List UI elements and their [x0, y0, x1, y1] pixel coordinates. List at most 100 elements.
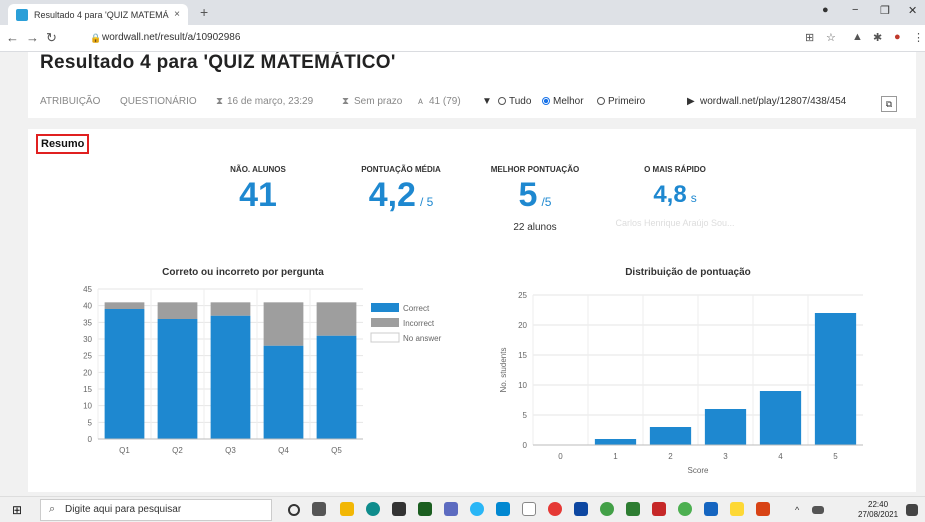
- menu-kebab-icon[interactable]: ⋮: [913, 31, 924, 44]
- taskbar-clock[interactable]: 22:40 27/08/2021: [858, 500, 898, 520]
- battery-icon[interactable]: [812, 506, 824, 514]
- bookmark-star-icon[interactable]: ☆: [826, 31, 836, 44]
- y-tick-label: 15: [518, 351, 527, 360]
- word-icon[interactable]: [704, 502, 718, 516]
- y-tick-label: 20: [83, 368, 92, 377]
- y-axis-label: No. students: [499, 348, 508, 393]
- back-arrow-icon[interactable]: ←: [6, 30, 19, 45]
- paint-icon[interactable]: [730, 502, 744, 516]
- maximize-button[interactable]: ❐: [880, 4, 890, 17]
- notepad-icon[interactable]: [522, 502, 536, 516]
- stat-unit: / 5: [419, 195, 434, 209]
- warning-icon[interactable]: ▲: [852, 31, 863, 43]
- y-tick-label: 25: [83, 352, 92, 361]
- score-bar: [759, 391, 802, 445]
- app-icon[interactable]: [418, 502, 432, 516]
- excel-icon[interactable]: [626, 502, 640, 516]
- result-meta-row: ATRIBUIÇÃO QUESTIONÁRIO ⧗ 16 de março, 2…: [40, 92, 897, 112]
- summary-card: Resumo NÃO. ALUNOS 41 PONTUAÇÃO MÉDIA 4,…: [28, 129, 916, 492]
- task-view-icon[interactable]: [312, 502, 326, 516]
- score-bar: [594, 439, 637, 445]
- x-tick-label: Q5: [331, 446, 342, 455]
- profile-avatar-icon[interactable]: ●: [894, 31, 901, 43]
- copy-link-icon[interactable]: ⧉: [881, 96, 897, 112]
- deadline-text: Sem prazo: [354, 96, 403, 107]
- hourglass-icon: ⧗: [342, 96, 350, 107]
- store-icon[interactable]: [392, 502, 406, 516]
- result-header: Resultado 4 para 'QUIZ MATEMÁTICO' ATRIB…: [28, 52, 916, 118]
- tray-chevron-icon[interactable]: ^: [795, 505, 805, 515]
- y-tick-label: 40: [83, 302, 92, 311]
- hourglass-icon: ⧗: [216, 96, 224, 107]
- clock-date: 27/08/2021: [858, 510, 899, 519]
- y-tick-label: 0: [523, 441, 528, 450]
- questionario-label: QUESTIONÁRIO: [120, 96, 197, 107]
- forward-arrow-icon[interactable]: →: [26, 30, 39, 45]
- fastest-student-name: Carlos Henrique Araújo Sou...: [615, 218, 735, 228]
- correct-incorrect-chart: 0 5 10 15 20 25 30 35 40 45 Q1 Q2 Q3 Q4 Q5 Correct Incor…: [83, 285, 442, 455]
- profile-icon[interactable]: ●: [822, 4, 829, 16]
- stat-label: PONTUAÇÃO MÉDIA: [361, 165, 441, 174]
- y-tick-label: 30: [83, 335, 92, 344]
- taskbar-search[interactable]: ⌕ Digite aqui para pesquisar: [40, 499, 272, 521]
- stat-average: PONTUAÇÃO MÉDIA 4,2/ 5: [346, 165, 456, 220]
- bar-incorrect: [104, 302, 145, 309]
- translate-icon[interactable]: ⊞: [805, 31, 814, 44]
- legend-swatch: [370, 332, 400, 343]
- legend-label: No answer: [403, 334, 442, 343]
- chrome-icon[interactable]: [678, 502, 692, 516]
- tab-close-icon[interactable]: ×: [174, 9, 180, 20]
- y-tick-label: 45: [83, 285, 92, 294]
- filter-first-radio[interactable]: Primeiro: [597, 96, 645, 107]
- close-window-button[interactable]: ✕: [908, 4, 917, 17]
- stat-value: 41: [239, 176, 277, 214]
- stat-unit: /5: [541, 195, 552, 209]
- chrome-icon[interactable]: [600, 502, 614, 516]
- stat-best: MELHOR PONTUAÇÃO 5/5 22 alunos: [480, 165, 590, 233]
- x-tick-label: Q2: [172, 446, 183, 455]
- filter-best-radio[interactable]: Melhor: [542, 96, 584, 107]
- ie-icon[interactable]: [470, 502, 484, 516]
- app-icon[interactable]: [444, 502, 458, 516]
- x-tick-label: 0: [558, 452, 563, 461]
- photoshop-icon[interactable]: [574, 502, 588, 516]
- y-tick-label: 25: [518, 291, 527, 300]
- new-tab-button[interactable]: +: [200, 4, 208, 20]
- edge-icon[interactable]: [366, 502, 380, 516]
- legend-swatch: [371, 303, 399, 312]
- reload-icon[interactable]: ↻: [46, 30, 57, 46]
- filter-first-label: Primeiro: [608, 96, 646, 107]
- app-icon[interactable]: [496, 502, 510, 516]
- x-tick-label: 2: [668, 452, 673, 461]
- stat-label: NÃO. ALUNOS: [230, 165, 286, 174]
- play-link[interactable]: wordwall.net/play/12807/438/454: [700, 96, 846, 107]
- y-tick-label: 15: [83, 385, 92, 394]
- windows-start-icon[interactable]: ⊞: [12, 503, 22, 517]
- summary-heading: Resumo: [36, 134, 90, 154]
- browser-tab[interactable]: Resultado 4 para 'QUIZ MATEMÁ ×: [8, 4, 188, 25]
- app-icon[interactable]: [652, 502, 666, 516]
- y-tick-label: 0: [88, 435, 93, 444]
- bar-incorrect: [316, 302, 357, 336]
- windows-taskbar: ⊞ ⌕ Digite aqui para pesquisar ^ 22:40 2…: [0, 496, 925, 522]
- search-placeholder: Digite aqui para pesquisar: [65, 504, 182, 515]
- bar-incorrect: [210, 302, 251, 316]
- cortana-icon[interactable]: [288, 504, 300, 516]
- score-bar: [704, 409, 747, 445]
- notifications-icon[interactable]: [906, 504, 918, 516]
- extensions-puzzle-icon[interactable]: ✱: [873, 31, 882, 44]
- url-field[interactable]: wordwall.net/result/a/10902986: [102, 32, 240, 43]
- score-distribution-chart: 0 5 10 15 20 25 0 1 2 3 4 5 Score No. students: [499, 291, 863, 475]
- score-bar: [814, 313, 857, 445]
- minimize-button[interactable]: −: [852, 4, 858, 16]
- legend-label: Incorrect: [403, 319, 435, 328]
- file-explorer-icon[interactable]: [340, 502, 354, 516]
- date-text: 16 de março, 23:29: [227, 96, 314, 107]
- filter-all-radio[interactable]: Tudo: [498, 96, 531, 107]
- filter-best-label: Melhor: [553, 96, 584, 107]
- stat-value: 4,8 s: [653, 181, 697, 208]
- powerpoint-icon[interactable]: [756, 502, 770, 516]
- legend-swatch: [371, 318, 399, 327]
- opera-icon[interactable]: [548, 502, 562, 516]
- stat-label: MELHOR PONTUAÇÃO: [490, 165, 580, 174]
